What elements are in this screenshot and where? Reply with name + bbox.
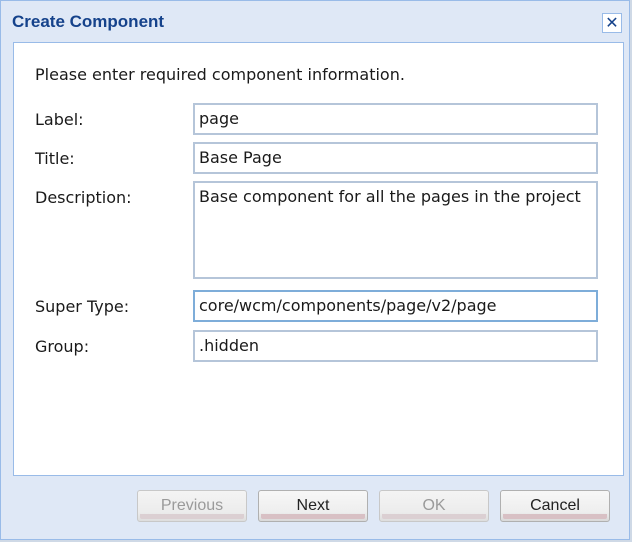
intro-text: Please enter required component informat…: [35, 65, 405, 84]
next-button[interactable]: Next: [258, 490, 368, 522]
super-type-input[interactable]: core/wcm/components/page/v2/page: [193, 290, 598, 322]
dialog-title: Create Component: [12, 12, 165, 31]
cancel-button[interactable]: Cancel: [500, 490, 610, 522]
next-button-label: Next: [296, 497, 330, 514]
previous-button[interactable]: Previous: [137, 490, 247, 522]
title-field-label: Title:: [35, 149, 75, 168]
ok-button[interactable]: OK: [379, 490, 489, 522]
super-type-field-label: Super Type:: [35, 297, 130, 316]
ok-button-label: OK: [422, 497, 446, 514]
cancel-button-label: Cancel: [530, 497, 580, 514]
label-field-label: Label:: [35, 110, 84, 129]
group-field-label: Group:: [35, 337, 90, 356]
description-textarea[interactable]: Base component for all the pages in the …: [193, 181, 598, 279]
close-icon[interactable]: ✕: [602, 13, 622, 33]
title-input[interactable]: Base Page: [193, 142, 598, 174]
description-field-label: Description:: [35, 188, 132, 207]
group-input[interactable]: .hidden: [193, 330, 598, 362]
previous-button-label: Previous: [160, 497, 224, 514]
label-input[interactable]: page: [193, 103, 598, 135]
dialog-titlebar[interactable]: Create Component ✕: [1, 1, 629, 41]
